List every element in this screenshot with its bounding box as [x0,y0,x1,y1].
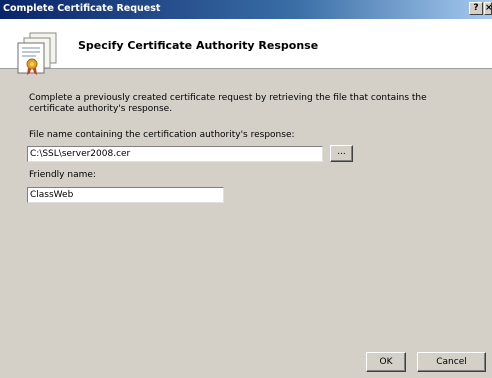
certificate-icon [17,32,57,75]
wizard-header: Specify Certificate Authority Response [0,19,492,75]
file-name-label: File name containing the certification a… [29,130,295,140]
ok-button[interactable]: OK [366,352,406,372]
description-text: Complete a previously created certificat… [29,93,427,114]
page-title: Specify Certificate Authority Response [78,39,319,52]
file-name-input[interactable]: C:\SSL\server2008.cer [27,146,323,162]
title-bar[interactable]: Complete Certificate Request ? × [0,0,492,19]
help-button[interactable]: ? [469,2,483,15]
browse-button[interactable]: ... [330,145,353,162]
window-title: Complete Certificate Request [3,3,161,14]
complete-certificate-request-dialog: Complete Certificate Request ? × Specify… [0,0,492,378]
friendly-name-label: Friendly name: [29,170,96,180]
friendly-name-input[interactable]: ClassWeb [27,187,224,203]
cancel-button[interactable]: Cancel [417,352,486,372]
close-button[interactable]: × [484,2,492,15]
